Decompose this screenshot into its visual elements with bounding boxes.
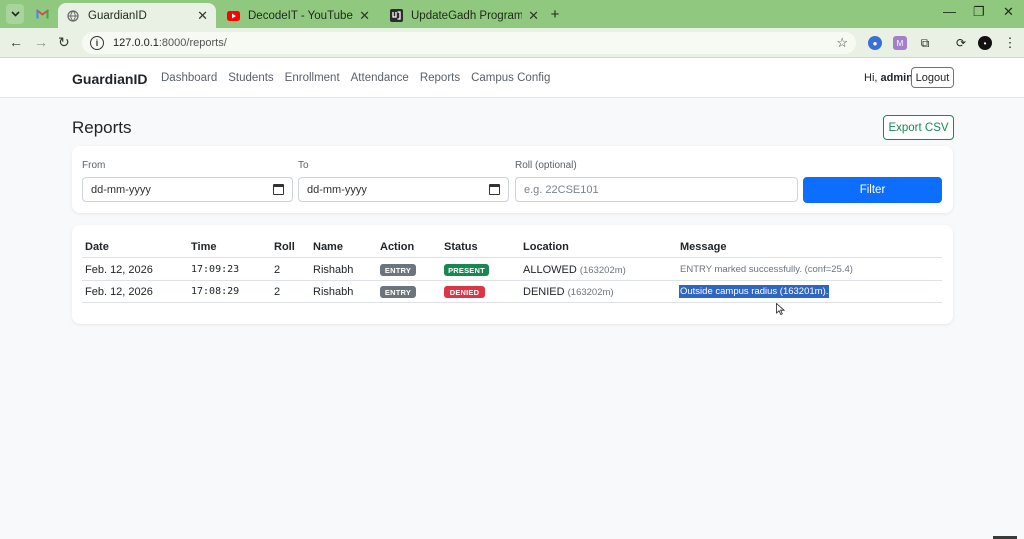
location-distance: (163202m) xyxy=(579,265,626,276)
cell-roll: 2 xyxy=(274,286,281,298)
filter-button[interactable]: Filter xyxy=(803,177,942,203)
browser-tab-strip: GuardianID ✕ DecodeIT - YouTube ✕ Update… xyxy=(0,0,1024,28)
address-bar[interactable]: i 127.0.0.1:8000/reports/ ☆ xyxy=(82,32,856,54)
nav-reports[interactable]: Reports xyxy=(420,72,460,84)
profile-avatar[interactable]: • xyxy=(978,36,992,50)
chevron-down-icon xyxy=(10,11,20,17)
col-header-action: Action xyxy=(380,241,415,253)
forward-icon[interactable]: → xyxy=(34,34,48,50)
calendar-icon[interactable] xyxy=(273,184,284,195)
tab-search-button[interactable] xyxy=(6,4,24,24)
minimize-icon[interactable]: — xyxy=(943,4,956,19)
row-divider xyxy=(82,280,942,281)
bookmark-star-icon[interactable]: ☆ xyxy=(836,35,848,51)
col-header-time: Time xyxy=(191,241,217,253)
close-icon[interactable]: ✕ xyxy=(528,8,539,24)
cell-location: DENIED (163202m) xyxy=(523,286,614,298)
site-info-icon[interactable]: i xyxy=(90,36,104,50)
cell-location: ALLOWED (163202m) xyxy=(523,264,626,276)
menu-kebab-icon[interactable]: ⋮ xyxy=(1003,35,1017,50)
back-icon[interactable]: ← xyxy=(9,34,23,50)
close-window-icon[interactable]: ✕ xyxy=(1003,4,1014,20)
tab-title: DecodeIT - YouTube xyxy=(248,9,353,22)
gmail-icon xyxy=(35,9,49,19)
nav-students[interactable]: Students xyxy=(228,72,273,84)
to-label: To xyxy=(298,160,309,171)
tab-title: UpdateGadh Programming - Up xyxy=(411,9,523,22)
globe-icon xyxy=(66,9,80,23)
extension-m-icon[interactable]: M xyxy=(893,36,907,50)
site-favicon-icon xyxy=(389,9,403,23)
roll-label: Roll (optional) xyxy=(515,160,577,171)
calendar-icon[interactable] xyxy=(489,184,500,195)
brand-logo-text[interactable]: GuardianID xyxy=(72,71,147,87)
user-greeting: Hi, admin xyxy=(864,72,913,84)
sync-icon[interactable]: ⟳ xyxy=(954,36,968,50)
cell-name: Rishabh xyxy=(313,286,354,298)
col-header-roll: Roll xyxy=(274,241,295,253)
row-divider xyxy=(82,302,942,303)
action-badge: ENTRY xyxy=(380,286,416,298)
puzzle-extensions-icon[interactable]: ⧉ xyxy=(918,36,932,50)
extension-icon[interactable]: ● xyxy=(868,36,882,50)
status-badge: DENIED xyxy=(444,286,485,298)
from-date-input[interactable]: dd-mm-yyyy xyxy=(82,177,293,202)
cell-roll: 2 xyxy=(274,264,281,276)
cell-name: Rishabh xyxy=(313,264,354,276)
location-distance: (163202m) xyxy=(567,287,614,298)
username: admin xyxy=(880,72,913,84)
browser-toolbar: ← → ↻ i 127.0.0.1:8000/reports/ ☆ ● M ⧉ … xyxy=(0,28,1024,58)
cell-time: 17:08:29 xyxy=(191,286,240,297)
cell-message: ENTRY marked successfully. (conf=25.4) xyxy=(680,264,853,275)
app-navbar: GuardianID Dashboard Students Enrollment… xyxy=(0,58,1024,98)
col-header-status: Status xyxy=(444,241,478,253)
cell-time: 17:09:23 xyxy=(191,264,240,275)
cell-date: Feb. 12, 2026 xyxy=(85,286,153,298)
tab-youtube[interactable]: DecodeIT - YouTube ✕ xyxy=(218,3,378,28)
col-header-date: Date xyxy=(85,241,109,253)
action-badge: ENTRY xyxy=(380,264,416,276)
reload-icon[interactable]: ↻ xyxy=(58,34,70,51)
logout-button[interactable]: Logout xyxy=(911,67,954,88)
nav-dashboard[interactable]: Dashboard xyxy=(161,72,217,84)
tab-title: GuardianID xyxy=(88,9,147,22)
close-icon[interactable]: ✕ xyxy=(197,8,208,24)
tab-updategadh[interactable]: UpdateGadh Programming - Up ✕ xyxy=(381,3,547,28)
mouse-cursor-icon xyxy=(776,303,785,315)
export-csv-button[interactable]: Export CSV xyxy=(883,115,954,140)
from-label: From xyxy=(82,160,106,171)
col-header-name: Name xyxy=(313,241,343,253)
cell-message-selected[interactable]: Outside campus radius (163201m). xyxy=(679,285,830,298)
to-date-input[interactable]: dd-mm-yyyy xyxy=(298,177,509,202)
col-header-location: Location xyxy=(523,241,569,253)
url-text: 127.0.0.1:8000/reports/ xyxy=(113,37,227,49)
nav-attendance[interactable]: Attendance xyxy=(351,72,409,84)
tab-guardianid[interactable]: GuardianID ✕ xyxy=(58,3,216,28)
nav-links: Dashboard Students Enrollment Attendance… xyxy=(161,72,550,84)
col-header-message: Message xyxy=(680,241,727,253)
header-divider xyxy=(82,257,942,258)
new-tab-button[interactable]: + xyxy=(548,4,562,24)
nav-campus-config[interactable]: Campus Config xyxy=(471,72,550,84)
nav-enrollment[interactable]: Enrollment xyxy=(285,72,340,84)
youtube-icon xyxy=(226,9,240,23)
cell-date: Feb. 12, 2026 xyxy=(85,264,153,276)
page-title: Reports xyxy=(72,118,132,137)
gmail-pinned-tab[interactable] xyxy=(32,4,52,24)
restore-icon[interactable]: ❐ xyxy=(973,4,985,20)
close-icon[interactable]: ✕ xyxy=(359,8,370,24)
roll-input[interactable]: e.g. 22CSE101 xyxy=(515,177,798,202)
status-badge: PRESENT xyxy=(444,264,489,276)
